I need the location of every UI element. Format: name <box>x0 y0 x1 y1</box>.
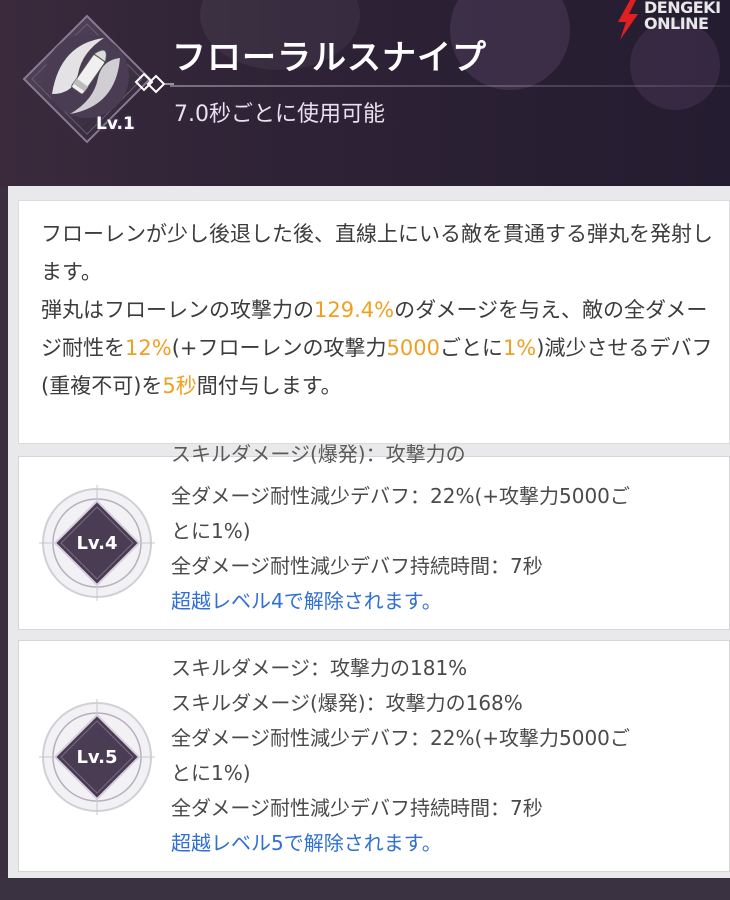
level-label: Lv.5 <box>76 746 118 768</box>
level-effect-line: スキルダメージ：攻撃力の181% <box>171 656 468 680</box>
skill-title: フローラルスナイプ <box>172 38 487 78</box>
level-effect-line: とに1%) <box>171 519 251 543</box>
bottom-background-strip <box>0 878 730 900</box>
highlight-value: 5秒 <box>162 374 197 398</box>
level-effect-line: 全ダメージ耐性減少デバフ持続時間：7秒 <box>171 554 543 578</box>
skill-level-badge: Lv.1 <box>96 114 135 134</box>
watermark-line2: ONLINE <box>644 14 709 33</box>
lightning-bolt-icon <box>618 0 638 40</box>
title-divider <box>170 85 730 87</box>
left-edge <box>0 186 8 900</box>
level-effects: 全ダメージ耐性減少デバフ：22%(+攻撃力5000ご とに1%) 全ダメージ耐性… <box>171 479 723 619</box>
description-text: 間付与します。 <box>196 374 342 398</box>
description-text: フローレンが少し後退した後、直線上にいる敵を貫通する弾丸を発射します。 <box>41 222 713 284</box>
highlight-value: 5000 <box>386 336 440 360</box>
highlight-value: 12% <box>125 336 172 360</box>
level-effect-line: スキルダメージ(爆発)：攻撃力の168% <box>171 691 523 715</box>
cooldown-text: 7.0秒ごとに使用可能 <box>174 102 385 127</box>
unlock-condition: 超越レベル5で解除されます。 <box>171 831 442 855</box>
diamond-emblem-icon: Lv.4 <box>39 485 155 601</box>
description-text: ごとに <box>439 336 503 360</box>
ornament-icon <box>134 70 174 104</box>
level-line-cut: スキルダメージ(爆発)：攻撃力の <box>171 443 466 465</box>
watermark: DENGEKI ONLINE <box>612 0 730 42</box>
level-label: Lv.4 <box>76 532 118 554</box>
level-card-5: Lv.5 スキルダメージ：攻撃力の181% スキルダメージ(爆発)：攻撃力の16… <box>18 640 730 872</box>
diamond-emblem-icon: Lv.5 <box>39 699 155 815</box>
highlight-value: 1% <box>502 336 537 360</box>
level-effect-line: 全ダメージ耐性減少デバフ：22%(+攻撃力5000ご <box>171 484 630 508</box>
level-card-4: スキルダメージ(爆発)：攻撃力の Lv.4 全ダメージ耐性減少デバフ：22%(+… <box>18 443 730 630</box>
skill-description: フローレンが少し後退した後、直線上にいる敵を貫通する弾丸を発射します。 弾丸はフ… <box>41 215 721 405</box>
description-text: (+フローレンの攻撃力 <box>171 336 387 360</box>
level-effect-line: とに1%) <box>171 761 251 785</box>
description-text: 弾丸はフローレンの攻撃力の <box>41 298 314 322</box>
unlock-condition: 超越レベル4で解除されます。 <box>171 589 442 613</box>
level-effect-line: 全ダメージ耐性減少デバフ持続時間：7秒 <box>171 796 543 820</box>
level-effects: スキルダメージ：攻撃力の181% スキルダメージ(爆発)：攻撃力の168% 全ダ… <box>171 651 723 861</box>
highlight-value: 129.4% <box>314 298 395 322</box>
skill-description-panel: フローレンが少し後退した後、直線上にいる敵を貫通する弾丸を発射します。 弾丸はフ… <box>18 200 730 444</box>
level-effect-line: 全ダメージ耐性減少デバフ：22%(+攻撃力5000ご <box>171 726 630 750</box>
skill-header: Lv.1 フローラルスナイプ 7.0秒ごとに使用可能 DENGEKI ONLIN… <box>0 0 730 186</box>
